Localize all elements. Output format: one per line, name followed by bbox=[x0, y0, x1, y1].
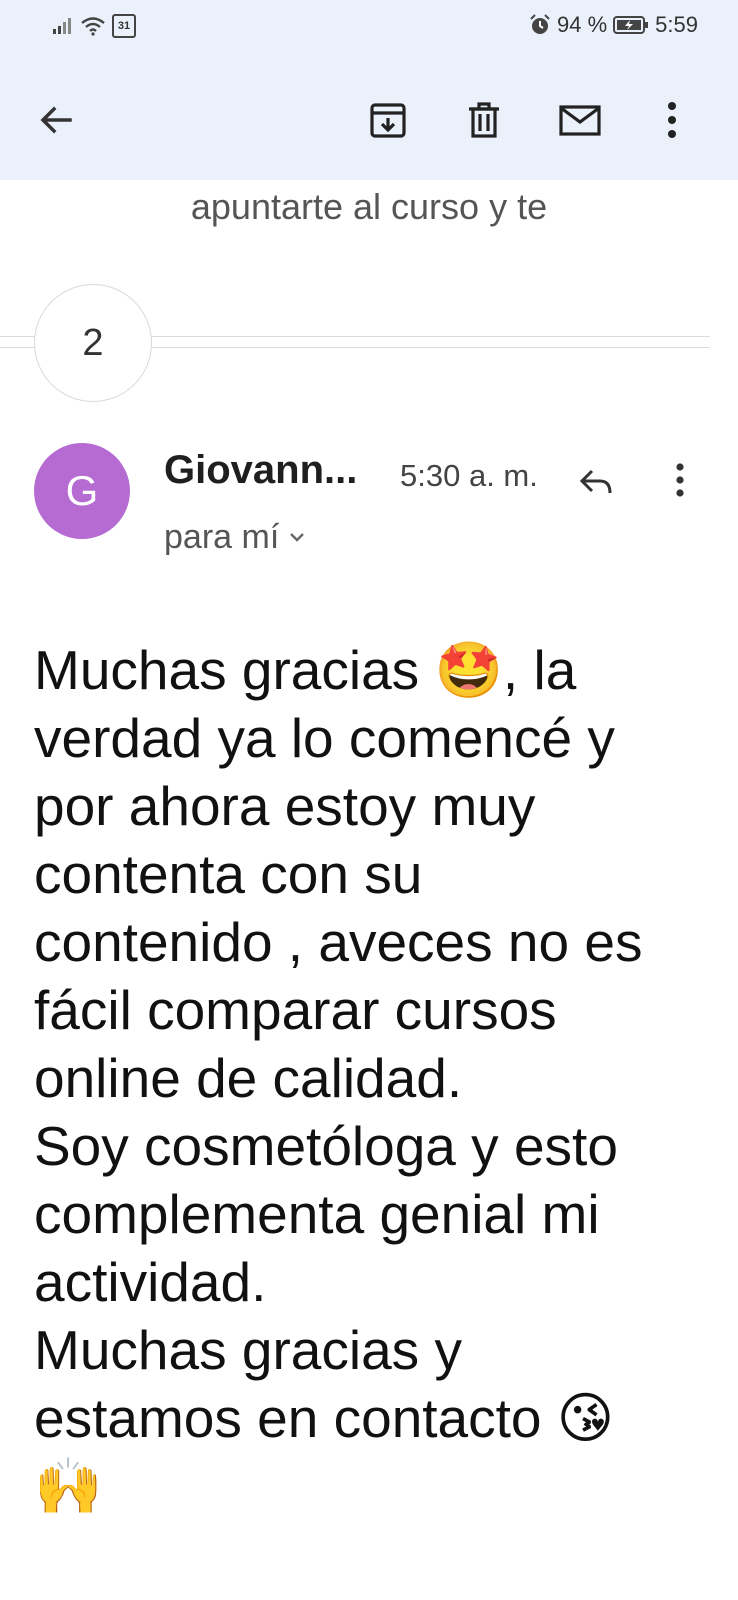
calendar-badge: 31 bbox=[112, 14, 136, 38]
collapsed-messages-count[interactable]: 2 bbox=[34, 284, 152, 402]
clock: 5:59 bbox=[655, 12, 698, 37]
reply-button[interactable] bbox=[572, 458, 620, 506]
avatar[interactable]: G bbox=[34, 443, 130, 539]
wifi-icon bbox=[81, 17, 105, 36]
battery-charging-icon bbox=[613, 16, 649, 34]
more-options-icon bbox=[668, 102, 676, 138]
more-options-icon bbox=[676, 463, 684, 497]
recipient-label: para mí bbox=[164, 518, 280, 556]
message-more-button[interactable] bbox=[664, 456, 696, 504]
status-bar: 31 94 % 5:59 bbox=[0, 0, 738, 56]
message-body: Muchas gracias 🤩, la verdad ya lo comenc… bbox=[34, 639, 643, 1517]
archive-icon bbox=[370, 103, 406, 138]
back-button[interactable] bbox=[30, 94, 82, 146]
delete-icon bbox=[469, 102, 499, 138]
mark-unread-icon bbox=[559, 105, 601, 136]
status-right: 94 % 5:59 bbox=[529, 12, 698, 38]
email-toolbar bbox=[0, 56, 738, 180]
previous-message-preview[interactable]: apuntarte al curso y te bbox=[0, 186, 738, 228]
back-arrow-icon bbox=[40, 106, 72, 134]
alarm-icon bbox=[530, 14, 550, 34]
signal-icon bbox=[53, 18, 71, 34]
more-options-button[interactable] bbox=[652, 94, 692, 146]
recipient-details-toggle[interactable]: para mí bbox=[164, 518, 305, 557]
mark-unread-button[interactable] bbox=[554, 94, 606, 146]
status-left: 31 bbox=[52, 14, 136, 38]
sender-name[interactable]: Giovann... bbox=[164, 448, 357, 493]
delete-button[interactable] bbox=[458, 94, 510, 146]
message-time: 5:30 a. m. bbox=[400, 458, 538, 493]
archive-button[interactable] bbox=[362, 94, 414, 146]
battery-percent: 94 % bbox=[557, 12, 608, 37]
chevron-down-icon bbox=[290, 532, 305, 542]
reply-icon bbox=[579, 469, 612, 494]
